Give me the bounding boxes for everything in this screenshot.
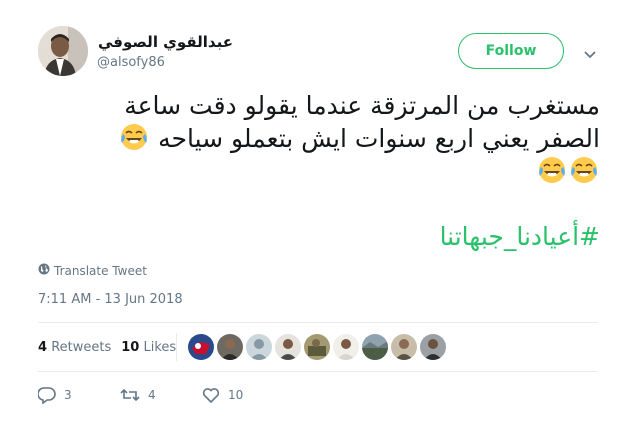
translate-tweet-label: Translate Tweet xyxy=(54,263,147,278)
liker-avatar[interactable] xyxy=(362,334,388,360)
liker-avatar[interactable] xyxy=(391,334,417,360)
face-with-tears-of-joy-emoji xyxy=(119,122,149,152)
reply-icon xyxy=(38,386,56,404)
like-count: 10 xyxy=(228,388,244,402)
reply-count: 3 xyxy=(64,388,72,402)
retweets-count: 4 xyxy=(38,340,48,355)
tweet-stats: 4 Retweets 10 Likes xyxy=(38,340,176,355)
tweet-text-line-2: الصفر يعني اربع سنوات ايش بتعملو سياحه xyxy=(40,122,600,155)
divider-bottom xyxy=(38,371,598,372)
tweet-text-line-1: مستغرب من المرتزقة عندما يقولو دقت ساعة xyxy=(124,91,600,120)
tweet-timestamp[interactable]: 7:11 AM - 13 Jun 2018 xyxy=(38,292,183,307)
face-with-tears-of-joy-emoji xyxy=(537,155,567,185)
hashtag-link[interactable]: #أعيادنا_جبهاتنا xyxy=(440,222,600,251)
stats-separator xyxy=(176,333,177,361)
author-display-name[interactable]: عبدالقوي الصوفي xyxy=(98,33,233,51)
retweets-stat[interactable]: 4 Retweets xyxy=(38,340,111,355)
likes-label: Likes xyxy=(143,340,177,355)
translate-tweet-link[interactable]: Translate Tweet xyxy=(38,263,147,278)
follow-button[interactable]: Follow xyxy=(458,33,564,69)
divider-top xyxy=(38,322,598,323)
retweet-count: 4 xyxy=(148,388,156,402)
liker-avatar[interactable] xyxy=(217,334,243,360)
retweet-button[interactable]: 4 xyxy=(120,386,202,404)
likes-count: 10 xyxy=(121,340,140,355)
liker-avatar[interactable] xyxy=(304,334,330,360)
liker-avatar[interactable] xyxy=(188,334,214,360)
liker-avatar[interactable] xyxy=(420,334,446,360)
globe-icon xyxy=(38,263,50,278)
tweet-text-line-2-text: الصفر يعني اربع سنوات ايش بتعملو سياحه xyxy=(158,124,600,153)
liker-avatar[interactable] xyxy=(275,334,301,360)
likers-avatars xyxy=(188,334,446,360)
tweet-text: مستغرب من المرتزقة عندما يقولو دقت ساعة … xyxy=(40,90,600,188)
likes-stat[interactable]: 10 Likes xyxy=(121,340,176,355)
retweets-label: Retweets xyxy=(51,340,112,355)
face-with-tears-of-joy-emoji xyxy=(569,155,599,185)
heart-icon xyxy=(202,386,220,404)
like-button[interactable]: 10 xyxy=(202,386,284,404)
liker-avatar[interactable] xyxy=(246,334,272,360)
liker-avatar[interactable] xyxy=(333,334,359,360)
author-avatar[interactable] xyxy=(38,26,88,76)
chevron-down-icon[interactable] xyxy=(584,45,596,59)
retweet-icon xyxy=(120,386,140,404)
tweet-text-line-3 xyxy=(40,155,600,188)
reply-button[interactable]: 3 xyxy=(38,386,120,404)
tweet-actions: 3 4 10 xyxy=(38,386,284,404)
author-handle[interactable]: @alsofy86 xyxy=(97,55,165,70)
